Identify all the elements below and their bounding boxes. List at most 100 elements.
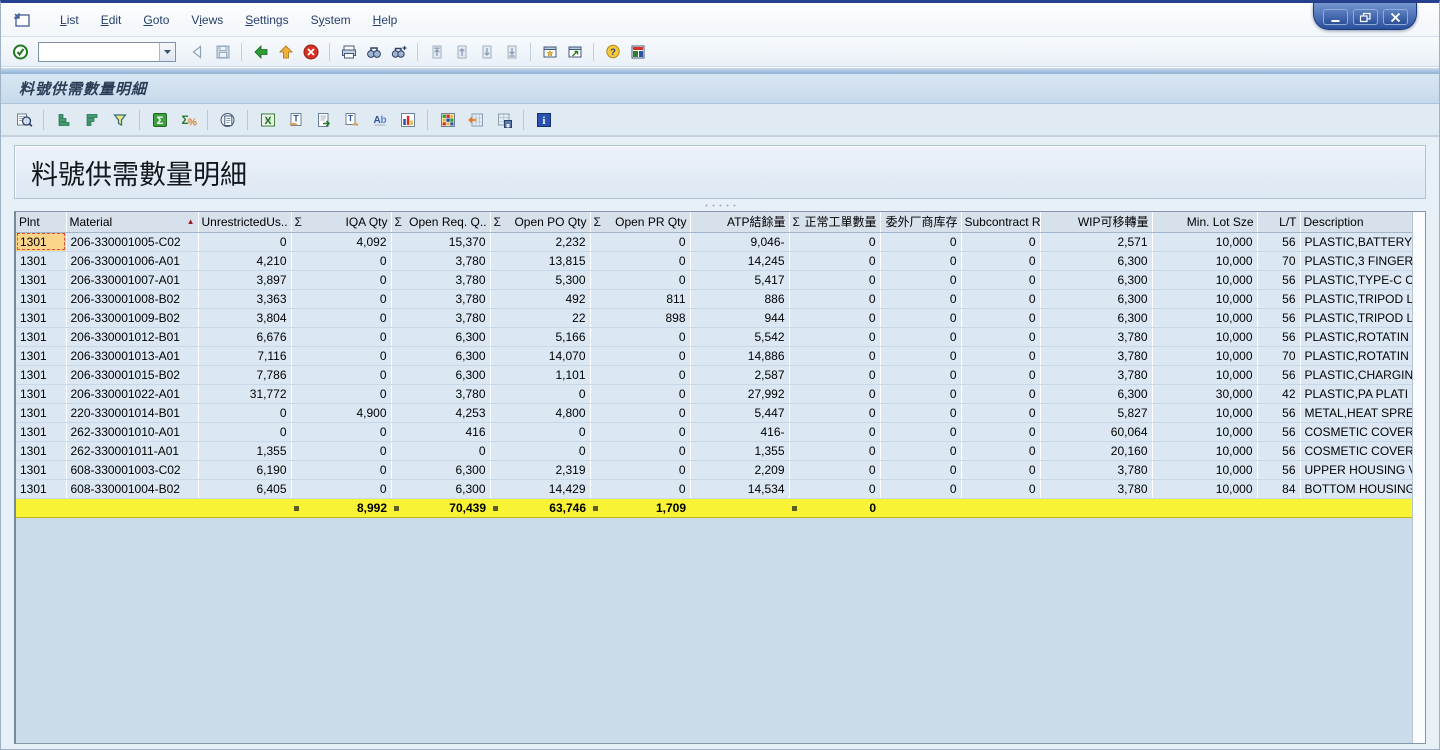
- grid-cell[interactable]: 0: [789, 403, 880, 422]
- grid-cell[interactable]: 0: [789, 327, 880, 346]
- grid-cell[interactable]: 6,300: [1040, 308, 1152, 327]
- grid-cell[interactable]: 56: [1257, 232, 1300, 251]
- grid-cell[interactable]: 3,780: [1040, 460, 1152, 479]
- menu-help[interactable]: Help: [362, 10, 409, 30]
- grid-cell[interactable]: 1,101: [490, 365, 590, 384]
- grid-cell[interactable]: 27,992: [690, 384, 789, 403]
- grid-cell[interactable]: UPPER HOUSING V: [1300, 460, 1412, 479]
- grid-cell[interactable]: 0: [880, 308, 961, 327]
- last-page-icon[interactable]: [500, 40, 523, 63]
- grid-cell[interactable]: 10,000: [1152, 460, 1257, 479]
- grid-cell[interactable]: 0: [590, 403, 690, 422]
- grid-cell[interactable]: 10,000: [1152, 327, 1257, 346]
- grid-cell[interactable]: 14,070: [490, 346, 590, 365]
- grid-cell[interactable]: 2,587: [690, 365, 789, 384]
- column-header[interactable]: Σ正常工單數量: [789, 212, 880, 232]
- print-icon[interactable]: [337, 40, 360, 63]
- sort-desc-icon[interactable]: [79, 108, 104, 131]
- grid-cell[interactable]: 0: [961, 289, 1040, 308]
- grid-cell[interactable]: 30,000: [1152, 384, 1257, 403]
- grid-cell[interactable]: 0: [590, 384, 690, 403]
- grid-cell[interactable]: 0: [880, 346, 961, 365]
- grid-cell[interactable]: 0: [961, 384, 1040, 403]
- menu-list[interactable]: List: [49, 10, 90, 30]
- grid-cell[interactable]: 0: [789, 232, 880, 251]
- grid-cell[interactable]: 262-330001010-A01: [66, 422, 198, 441]
- grid-cell[interactable]: 56: [1257, 289, 1300, 308]
- grid-cell[interactable]: 6,300: [391, 460, 490, 479]
- grid-cell[interactable]: 2,209: [690, 460, 789, 479]
- grid-cell[interactable]: 0: [590, 460, 690, 479]
- grid-cell[interactable]: 6,300: [1040, 384, 1152, 403]
- grid-cell[interactable]: 9,046-: [690, 232, 789, 251]
- grid-cell[interactable]: COSMETIC COVER: [1300, 422, 1412, 441]
- grid-cell[interactable]: PLASTIC,TRIPOD L: [1300, 308, 1412, 327]
- grid-cell[interactable]: 0: [880, 232, 961, 251]
- menu-views[interactable]: Views: [180, 10, 234, 30]
- menu-system[interactable]: System: [300, 10, 362, 30]
- grid-cell[interactable]: 20,160: [1040, 441, 1152, 460]
- grid-cell[interactable]: 84: [1257, 479, 1300, 498]
- grid-cell[interactable]: 0: [880, 460, 961, 479]
- grid-cell[interactable]: PLASTIC,CHARGIN: [1300, 365, 1412, 384]
- grid-cell[interactable]: 206-330001007-A01: [66, 270, 198, 289]
- grid-cell[interactable]: PLASTIC,ROTATIN: [1300, 346, 1412, 365]
- grid-cell[interactable]: 3,780: [391, 384, 490, 403]
- grid-cell[interactable]: 22: [490, 308, 590, 327]
- grid-cell[interactable]: 416-: [690, 422, 789, 441]
- first-page-icon[interactable]: [425, 40, 448, 63]
- column-header[interactable]: Subcontract R..: [961, 212, 1040, 232]
- grid-cell[interactable]: 1301: [16, 441, 66, 460]
- next-page-icon[interactable]: [475, 40, 498, 63]
- grid-cell[interactable]: 0: [961, 346, 1040, 365]
- grid-cell[interactable]: 206-330001009-B02: [66, 308, 198, 327]
- column-header[interactable]: WIP可移轉量: [1040, 212, 1152, 232]
- grid-cell[interactable]: 0: [880, 289, 961, 308]
- grid-cell[interactable]: 13,815: [490, 251, 590, 270]
- grid-cell[interactable]: 206-330001013-A01: [66, 346, 198, 365]
- grid-cell[interactable]: 5,166: [490, 327, 590, 346]
- grid-cell[interactable]: 6,676: [198, 327, 291, 346]
- mail-icon[interactable]: T: [339, 108, 364, 131]
- grid-cell[interactable]: 944: [690, 308, 789, 327]
- abc-analysis-icon[interactable]: Ab: [367, 108, 392, 131]
- grid-cell[interactable]: 262-330001011-A01: [66, 441, 198, 460]
- grid-cell[interactable]: 1,355: [198, 441, 291, 460]
- grid-cell[interactable]: 0: [789, 308, 880, 327]
- grid-cell[interactable]: 206-330001012-B01: [66, 327, 198, 346]
- grid-cell[interactable]: 0: [961, 308, 1040, 327]
- grid-cell[interactable]: 0: [789, 251, 880, 270]
- column-header[interactable]: 委外厂商库存: [880, 212, 961, 232]
- grid-cell[interactable]: 7,786: [198, 365, 291, 384]
- grid-cell[interactable]: 206-330001022-A01: [66, 384, 198, 403]
- grid-cell[interactable]: 5,827: [1040, 403, 1152, 422]
- grid-cell[interactable]: 0: [490, 441, 590, 460]
- grid-cell[interactable]: 3,780: [391, 308, 490, 327]
- grid-cell[interactable]: 1301: [16, 308, 66, 327]
- grid-cell[interactable]: 1301: [16, 460, 66, 479]
- grid-cell[interactable]: 0: [961, 365, 1040, 384]
- grid-cell[interactable]: 206-330001015-B02: [66, 365, 198, 384]
- grid-cell[interactable]: 1301: [16, 479, 66, 498]
- grid-cell[interactable]: 4,253: [391, 403, 490, 422]
- chevron-down-icon[interactable]: [159, 43, 175, 61]
- grid-cell[interactable]: 42: [1257, 384, 1300, 403]
- grid-cell[interactable]: 0: [590, 441, 690, 460]
- grid-cell[interactable]: 14,429: [490, 479, 590, 498]
- grid-cell[interactable]: 3,804: [198, 308, 291, 327]
- find-next-icon[interactable]: [387, 40, 410, 63]
- grid-cell[interactable]: 3,780: [1040, 365, 1152, 384]
- grid-cell[interactable]: 0: [961, 327, 1040, 346]
- grid-cell[interactable]: 56: [1257, 422, 1300, 441]
- grid-cell[interactable]: 0: [291, 384, 391, 403]
- grid-cell[interactable]: 0: [291, 251, 391, 270]
- grid-cell[interactable]: 0: [391, 441, 490, 460]
- grid-cell[interactable]: 220-330001014-B01: [66, 403, 198, 422]
- enter-icon[interactable]: [9, 40, 32, 63]
- grid-cell[interactable]: 5,447: [690, 403, 789, 422]
- grid-cell[interactable]: 0: [291, 346, 391, 365]
- grid-cell[interactable]: 3,897: [198, 270, 291, 289]
- session-icon[interactable]: [13, 11, 33, 29]
- grid-cell[interactable]: 0: [789, 460, 880, 479]
- excel-icon[interactable]: X: [255, 108, 280, 131]
